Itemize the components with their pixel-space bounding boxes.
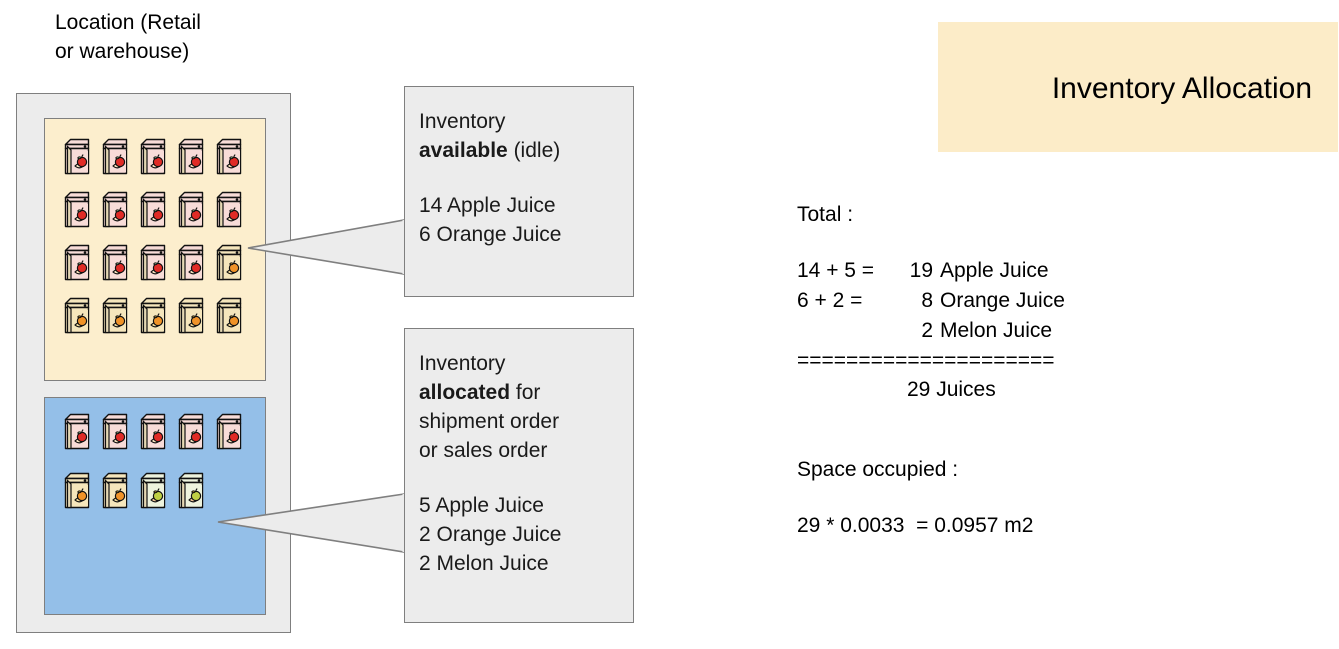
calc-row-result: 2	[921, 319, 933, 342]
juice-carton-apple	[137, 241, 169, 283]
calc-row: 2 Melon Juice	[797, 316, 1065, 346]
page-title: Inventory Allocation	[1051, 72, 1312, 105]
juice-carton-orange	[99, 294, 131, 336]
juice-carton-apple	[137, 188, 169, 230]
juice-carton-apple	[137, 410, 169, 452]
juice-carton-orange	[213, 294, 245, 336]
juice-carton-apple	[137, 135, 169, 177]
callout-available-spacer	[419, 165, 633, 191]
callout-allocated-title: Inventory allocated for shipment order o…	[419, 349, 633, 465]
location-label: Location (Retail or warehouse)	[55, 11, 201, 63]
grand-total: 29 Juices	[907, 378, 996, 401]
juice-carton-orange	[61, 469, 93, 511]
juice-carton-apple	[61, 410, 93, 452]
shelf-allocated-inventory	[44, 397, 266, 615]
juice-carton-apple	[175, 188, 207, 230]
calc-row-item: Melon Juice	[940, 319, 1053, 342]
juice-carton-orange	[137, 294, 169, 336]
carton-grid-available	[61, 135, 255, 336]
callout-allocated-title-prefix: Inventory	[419, 352, 506, 375]
callout-available-title-suffix: (idle)	[507, 139, 561, 162]
juice-carton-melon	[175, 469, 207, 511]
space-occupied-label: Space occupied :	[797, 458, 959, 481]
totals-block: Total : 14 + 5 = 19 Apple Juice 6 + 2 = 8 Ora…	[797, 200, 1065, 406]
calc-row: 14 + 5 = 19 Apple Juice	[797, 256, 1065, 286]
juice-carton-apple	[99, 241, 131, 283]
shelf-available-inventory	[44, 118, 266, 381]
callout-available-quantities: 14 Apple Juice 6 Orange Juice	[419, 194, 562, 246]
juice-carton-apple	[61, 188, 93, 230]
calc-row-result: 19	[909, 259, 933, 282]
juice-carton-apple	[99, 410, 131, 452]
juice-carton-apple	[99, 188, 131, 230]
callout-inventory-allocated: Inventory allocated for shipment order o…	[404, 328, 634, 623]
space-occupied-block: Space occupied : 29 * 0.0033 = 0.0957 m2	[797, 455, 1033, 541]
juice-carton-apple	[61, 241, 93, 283]
juice-carton-apple	[175, 410, 207, 452]
callout-allocated-quantities: 5 Apple Juice 2 Orange Juice 2 Melon Jui…	[419, 494, 562, 575]
carton-grid-allocated	[61, 410, 255, 511]
juice-carton-apple	[61, 135, 93, 177]
juice-carton-apple	[213, 188, 245, 230]
juice-carton-apple	[213, 135, 245, 177]
calc-row-item: Apple Juice	[940, 259, 1049, 282]
callout-allocated-spacer	[419, 465, 633, 491]
callout-allocated-title-bold: allocated	[419, 381, 511, 404]
juice-carton-apple	[99, 135, 131, 177]
callout-available-title: Inventory available (idle)	[419, 107, 633, 165]
juice-carton-orange	[61, 294, 93, 336]
totals-divider: =====================	[797, 349, 1055, 372]
juice-carton-orange	[175, 294, 207, 336]
juice-carton-orange	[99, 469, 131, 511]
calc-row: 6 + 2 = 8 Orange Juice	[797, 286, 1065, 316]
callout-available-title-prefix: Inventory	[419, 110, 506, 133]
calc-row-item: Orange Juice	[940, 289, 1065, 312]
space-occupied-calc: 29 * 0.0033 = 0.0957 m2	[797, 514, 1034, 537]
calculation-rows: 14 + 5 = 19 Apple Juice 6 + 2 = 8 Orange Juic…	[797, 256, 1065, 346]
location-container	[16, 93, 291, 633]
juice-carton-melon	[137, 469, 169, 511]
juice-carton-orange	[213, 241, 245, 283]
calc-row-expression	[797, 316, 901, 346]
calc-row-result: 8	[921, 289, 933, 312]
calc-row-expression: 14 + 5 =	[797, 259, 875, 282]
callout-available-title-bold: available	[419, 139, 508, 162]
juice-carton-apple	[213, 410, 245, 452]
title-banner: Inventory Allocation	[938, 22, 1338, 152]
callout-inventory-available: Inventory available (idle) 14 Apple Juic…	[404, 86, 634, 297]
calc-row-expression: 6 + 2 =	[797, 289, 863, 312]
juice-carton-apple	[175, 241, 207, 283]
juice-carton-apple	[175, 135, 207, 177]
totals-label: Total :	[797, 203, 854, 226]
